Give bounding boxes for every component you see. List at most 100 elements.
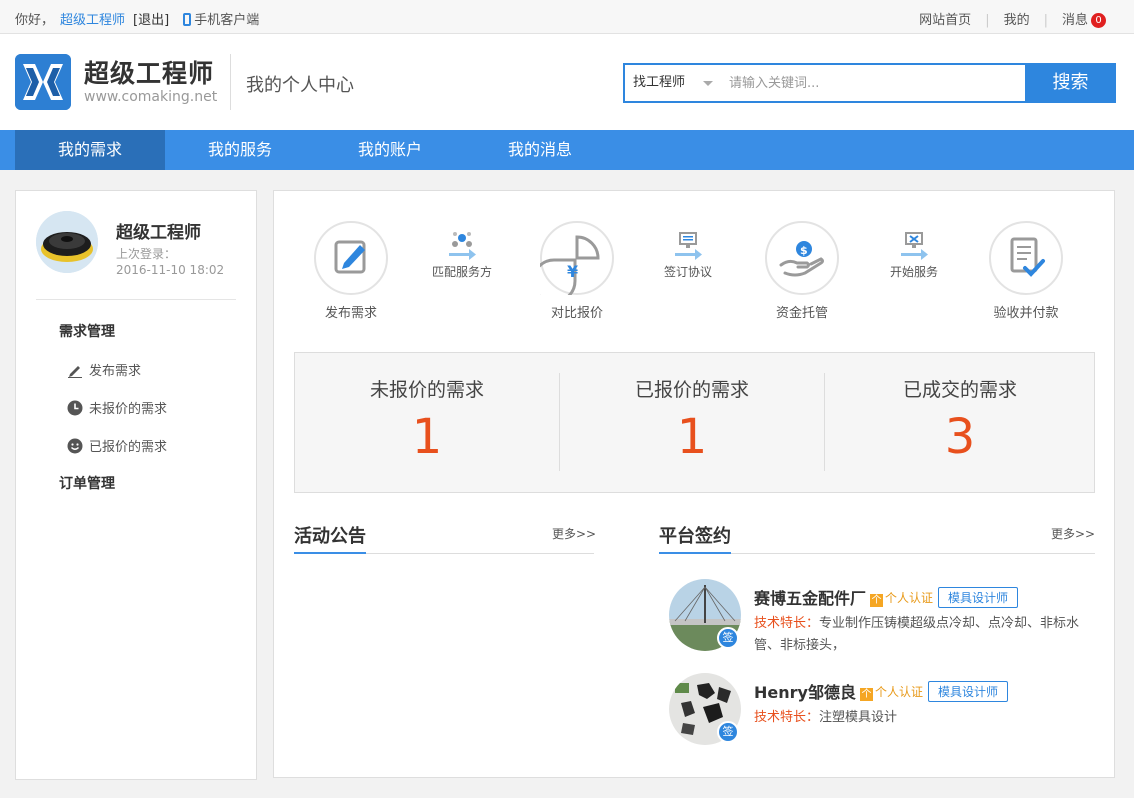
sidebar-group-demand-management[interactable]: 需求管理 [59, 321, 115, 341]
transition-label: 签订协议 [663, 265, 712, 279]
signings-title: 平台签约 [659, 526, 731, 547]
demand-stats: 未报价的需求 1 已报价的需求 1 已成交的需求 3 [294, 352, 1095, 493]
transition-match-provider: 匹配服务方 [424, 231, 500, 280]
phone-icon [183, 13, 192, 26]
search-category-label: 找工程师 [633, 75, 686, 90]
divider: | [985, 13, 990, 28]
header: 超级工程师 www.comaking.net 我的个人中心 找工程师 搜索 [0, 34, 1134, 130]
greeting-text: 你好， [15, 13, 55, 28]
cert-icon: 个 [859, 688, 873, 701]
sidebar-item-label: 发布需求 [89, 364, 142, 379]
tools-icon [901, 232, 928, 260]
mobile-client-label: 手机客户端 [194, 13, 260, 28]
transition-label: 开始服务 [889, 265, 938, 279]
signing-name-row: 赛博五金配件厂个个人认证 模具设计师 [754, 585, 1019, 609]
stat-quoted[interactable]: 已报价的需求 1 [560, 353, 824, 492]
mobile-client-link[interactable]: 手机客户端 [183, 13, 259, 28]
announcements-title: 活动公告 [294, 526, 366, 547]
nav-my-demands[interactable]: 我的需求 [15, 130, 165, 170]
username-link[interactable]: 超级工程师 [60, 13, 125, 28]
monitor-icon [675, 232, 702, 260]
avatar[interactable] [36, 211, 98, 273]
main-nav: 我的需求 我的服务 我的账户 我的消息 [0, 130, 1134, 170]
my-link[interactable]: 我的 [1004, 13, 1030, 28]
signing-name-row: Henry邹德良个个人认证 模具设计师 [754, 679, 1008, 703]
search-category-select[interactable]: 找工程师 [625, 65, 721, 101]
signed-badge: 签 [717, 627, 739, 649]
profile-name: 超级工程师 [116, 223, 201, 243]
stat-label: 已报价的需求 [634, 379, 749, 401]
sidebar-item-label: 已报价的需求 [89, 440, 168, 455]
sidebar-item-quoted-demands[interactable]: 已报价的需求 [67, 436, 167, 455]
sidebar-item-publish-demand[interactable]: 发布需求 [67, 360, 141, 379]
personal-cert: 个个人认证 [870, 589, 933, 607]
role-tag[interactable]: 模具设计师 [927, 681, 1008, 702]
logout-link[interactable]: [退出] [133, 13, 169, 28]
signing-name[interactable]: 赛博五金配件厂 [754, 589, 866, 608]
step-label: 资金托管 [775, 306, 828, 321]
specialty-label: 技术特长： [754, 710, 820, 725]
sidebar-divider [36, 299, 236, 300]
brand-url: www.comaking.net [84, 89, 218, 105]
announcements-underline [294, 552, 594, 554]
messages-label: 消息 [1061, 13, 1088, 28]
stat-unquoted[interactable]: 未报价的需求 1 [295, 353, 559, 492]
cert-label: 个人认证 [885, 591, 934, 605]
main-panel: 发布需求 匹配服务方 ¥ 对比报价 签订协议 $ 资金托管 开始服务 验收并付款… [273, 190, 1115, 778]
step-publish-demand: 发布需求 [312, 221, 390, 321]
last-login-label: 上次登录： [116, 247, 177, 261]
transition-sign-agreement: 签订协议 [654, 231, 722, 280]
role-tag[interactable]: 模具设计师 [938, 587, 1019, 608]
edit-icon [314, 221, 388, 295]
top-bar-right: 网站首页 | 我的 | 消息 0 [919, 9, 1106, 28]
top-bar-left: 你好， 超级工程师 [退出] 手机客户端 [15, 9, 259, 28]
search-input[interactable] [721, 65, 1024, 101]
cert-icon: 个 [870, 594, 884, 607]
specialty-label: 技术特长： [754, 616, 820, 631]
announcements-more-link[interactable]: 更多>> [552, 525, 596, 542]
chevron-down-icon [703, 81, 713, 86]
step-accept-and-pay: 验收并付款 [981, 221, 1071, 321]
step-fund-escrow: $ 资金托管 [763, 221, 841, 321]
messages-link[interactable]: 消息 0 [1062, 13, 1106, 28]
nav-my-account[interactable]: 我的账户 [315, 130, 465, 170]
sidebar-item-unquoted-demands[interactable]: 未报价的需求 [67, 398, 167, 417]
sidebar-item-label: 未报价的需求 [89, 402, 168, 417]
nav-my-messages[interactable]: 我的消息 [465, 130, 615, 170]
sidebar-group-order-management[interactable]: 订单管理 [59, 473, 115, 493]
logo-icon[interactable] [15, 54, 71, 110]
network-icon [449, 232, 476, 260]
transition-start-service: 开始服务 [880, 231, 948, 280]
specialty-text: 注塑模具设计 [819, 710, 898, 725]
home-link[interactable]: 网站首页 [919, 13, 971, 28]
clock-icon [67, 400, 83, 416]
transition-label: 匹配服务方 [431, 265, 492, 279]
search-box: 找工程师 搜索 [623, 63, 1116, 103]
pencil-icon [67, 362, 83, 378]
signing-specialty: 技术特长：注塑模具设计 [754, 707, 1094, 729]
signing-name[interactable]: Henry邹德良 [754, 683, 856, 702]
header-divider [230, 54, 231, 110]
nav-my-services[interactable]: 我的服务 [165, 130, 315, 170]
signings-more-link[interactable]: 更多>> [1051, 525, 1095, 542]
stat-value: 3 [944, 409, 976, 465]
message-count-badge: 0 [1091, 13, 1106, 28]
personal-cert: 个个人认证 [859, 683, 923, 701]
stat-value: 1 [676, 409, 708, 465]
step-label: 验收并付款 [993, 306, 1059, 321]
svg-text:$: $ [800, 244, 808, 257]
signing-card[interactable]: 签 赛博五金配件厂个个人认证 模具设计师 技术特长：专业制作压铸模超级点冷却、点冷… [669, 579, 1099, 659]
signing-card[interactable]: 签 Henry邹德良个个人认证 模具设计师 技术特长：注塑模具设计 [669, 673, 1099, 753]
signed-badge: 签 [717, 721, 739, 743]
step-label: 对比报价 [550, 306, 603, 321]
check-document-icon [989, 221, 1063, 295]
divider: | [1043, 13, 1048, 28]
search-button[interactable]: 搜索 [1025, 63, 1116, 103]
yen-chart-icon: ¥ [540, 221, 614, 295]
last-login-time: 2016-11-10 18:02 [116, 263, 225, 277]
svg-text:¥: ¥ [567, 262, 578, 281]
stat-label: 已成交的需求 [902, 379, 1017, 401]
smile-icon [67, 438, 83, 454]
step-label: 发布需求 [324, 306, 377, 321]
stat-completed[interactable]: 已成交的需求 3 [825, 353, 1095, 492]
